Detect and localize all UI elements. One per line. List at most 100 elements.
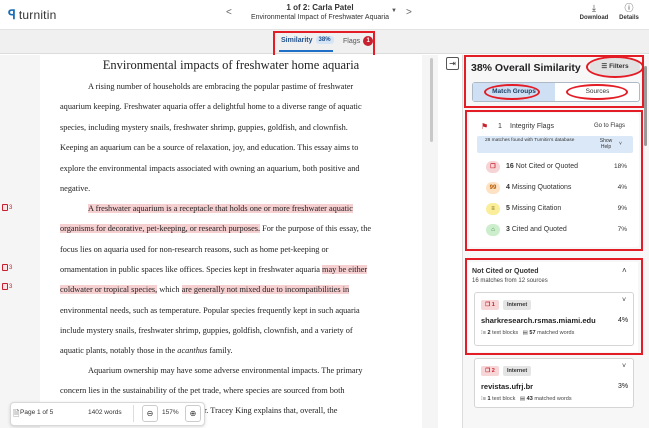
match-highlight[interactable]: A freshwater aquarium is a receptacle th… xyxy=(88,204,353,213)
overall-similarity-title: 38% Overall Similarity xyxy=(471,62,581,74)
source-pct: 4% xyxy=(618,317,629,324)
category-pct: 7% xyxy=(617,226,627,233)
source-match-icon: ❐ xyxy=(485,368,491,374)
toolbar-divider xyxy=(133,405,134,422)
source-meta: ⁝≡ 1 text block ▤ 43 matched words xyxy=(481,396,572,402)
show-help-toggle[interactable]: Show Help xyxy=(594,138,618,150)
doc-line-highlighted[interactable]: A freshwater aquarium is a receptacle th… xyxy=(88,204,353,213)
source-meta: ⁝≡ 2 text blocks ▤ 57 matched words xyxy=(481,330,574,336)
matched-words-icon: ▤ xyxy=(519,396,526,402)
match-groups-highlight-oval xyxy=(484,84,540,100)
info-icon: ⓘ xyxy=(624,3,634,13)
source-name[interactable]: revistas.ufrj.br xyxy=(481,382,533,391)
turnitin-logo-icon: ꟼ xyxy=(8,7,16,22)
doc-line: Aquarium ownership may have some adverse… xyxy=(88,366,363,375)
doc-text: family. xyxy=(207,346,233,355)
match-marker[interactable]: 3 xyxy=(2,264,12,271)
category-row[interactable]: ❐ 16 Not Cited or Quoted 18% xyxy=(477,159,633,177)
chevron-down-icon[interactable]: ˅ xyxy=(622,363,626,370)
doc-line: organisms for decorative, pet-keeping, o… xyxy=(60,224,371,233)
doc-line: ornamentation in public spaces like offi… xyxy=(60,265,368,274)
match-icon xyxy=(2,264,8,271)
quote-missing-icon: ❐ xyxy=(486,161,500,173)
chevron-up-icon[interactable]: ˄ xyxy=(622,266,627,275)
text-blocks-label: text block xyxy=(492,396,516,402)
text-blocks-count: 1 xyxy=(487,396,491,402)
doc-line: species, including mystery snails, fresh… xyxy=(60,123,348,132)
document-heading: Environmental impacts of freshwater home… xyxy=(102,58,360,72)
category-pct: 4% xyxy=(617,184,627,191)
collapse-panel-icon[interactable]: ⇥ xyxy=(446,57,459,70)
match-highlight[interactable]: may be either xyxy=(322,265,368,274)
panel-scrollbar[interactable] xyxy=(644,66,647,146)
text-blocks-label: text blocks xyxy=(492,330,519,336)
chevron-down-icon[interactable]: ˅ xyxy=(622,297,626,304)
doc-text: aquatic plants, notably those in the xyxy=(60,346,178,355)
match-highlight[interactable]: coldwater or tropical species, xyxy=(60,285,158,294)
match-icon xyxy=(2,204,8,211)
chevron-down-icon[interactable]: ˅ xyxy=(619,141,622,147)
source-name[interactable]: sharkresearch.rsmas.miami.edu xyxy=(481,316,596,325)
turnitin-logo: ꟼ turnitin xyxy=(8,7,56,23)
doc-line: coldwater or tropical species, which are… xyxy=(60,285,350,294)
category-label: 5 Missing Citation xyxy=(506,205,561,212)
filters-highlight-oval xyxy=(586,56,644,78)
next-submission-button[interactable]: > xyxy=(406,7,412,18)
page-indicator[interactable]: Page 1 of 5 xyxy=(20,409,53,416)
match-highlight[interactable]: are generally not mixed due to incompati… xyxy=(181,285,350,294)
match-marker[interactable]: 3 xyxy=(2,204,12,211)
doc-text: For the purpose of this essay, the xyxy=(260,224,372,233)
category-row[interactable]: ⌂ 3 Cited and Quoted 7% xyxy=(477,222,633,240)
details-button[interactable]: ⓘ Details xyxy=(609,3,649,21)
integrity-flags-label: Integrity Flags xyxy=(510,123,554,130)
document-scrollbar[interactable] xyxy=(430,58,433,142)
text-blocks-icon: ⁝≡ xyxy=(481,330,486,336)
text-blocks-count: 2 xyxy=(487,330,491,336)
download-button[interactable]: ⤓ Download xyxy=(574,3,614,21)
category-count: 16 xyxy=(506,163,514,170)
submission-title[interactable]: Environmental Impact of Freshwater Aquar… xyxy=(240,14,400,21)
prev-submission-button[interactable]: < xyxy=(226,7,232,18)
matched-words-count: 43 xyxy=(526,396,533,402)
category-label: 3 Cited and Quoted xyxy=(506,226,567,233)
page-icon: 🗎 xyxy=(13,409,20,418)
doc-line: explore the environmental impacts associ… xyxy=(60,164,360,173)
integrity-flag-count: 1 xyxy=(498,123,502,130)
doc-line: focus lies on aquaria used for non-resea… xyxy=(60,245,329,254)
citation-icon: ≡ xyxy=(486,203,500,215)
match-marker-count: 3 xyxy=(9,264,13,271)
source-match-icon: ❐ xyxy=(485,302,491,308)
zoom-level: 157% xyxy=(162,409,179,416)
doc-line: include mystery snails, freshwater shrim… xyxy=(60,326,353,335)
source-type-badge: Internet xyxy=(503,300,532,310)
category-text: Missing Citation xyxy=(511,205,562,212)
matched-words-label: matched words xyxy=(534,396,572,402)
category-row[interactable]: ≡ 5 Missing Citation 9% xyxy=(477,201,633,219)
quotation-icon: 99 xyxy=(486,182,500,194)
doc-line: r. Tracey King explains that, overall, t… xyxy=(204,406,338,415)
source-rank-badge: ❐ 2 xyxy=(481,366,499,376)
category-pct: 18% xyxy=(613,163,627,170)
text-blocks-icon: ⁝≡ xyxy=(481,396,486,402)
group-subtitle: 16 matches from 12 sources xyxy=(472,278,548,284)
match-icon xyxy=(2,283,8,290)
category-row[interactable]: 99 4 Missing Quotations 4% xyxy=(477,180,633,198)
zoom-in-button[interactable]: ⊕ xyxy=(185,405,201,422)
word-count: 1402 words xyxy=(88,409,122,416)
submission-counter: 1 of 2: Carla Patel xyxy=(286,3,354,12)
match-highlight[interactable]: organisms for decorative, pet-keeping, o… xyxy=(60,224,261,233)
submission-dropdown-icon[interactable]: ▼ xyxy=(391,8,397,14)
category-text: Missing Quotations xyxy=(511,184,572,191)
category-text: Not Cited or Quoted xyxy=(515,163,579,170)
doc-line: concern lies in the sustainability of th… xyxy=(60,386,345,395)
match-marker[interactable]: 3 xyxy=(2,283,12,290)
matched-words-count: 57 xyxy=(529,330,536,336)
source-type-badge: Internet xyxy=(503,366,532,376)
doc-line: aquarium keeping. Freshwater aquaria off… xyxy=(60,102,362,111)
matched-words-icon: ▤ xyxy=(522,330,528,336)
doc-text: ornamentation in public spaces like offi… xyxy=(60,265,323,274)
details-label: Details xyxy=(619,15,639,21)
zoom-out-button[interactable]: ⊖ xyxy=(142,405,158,422)
go-to-flags-link[interactable]: Go to Flags xyxy=(594,123,625,129)
doc-line: Keeping an aquarium can be a source of r… xyxy=(60,143,359,152)
